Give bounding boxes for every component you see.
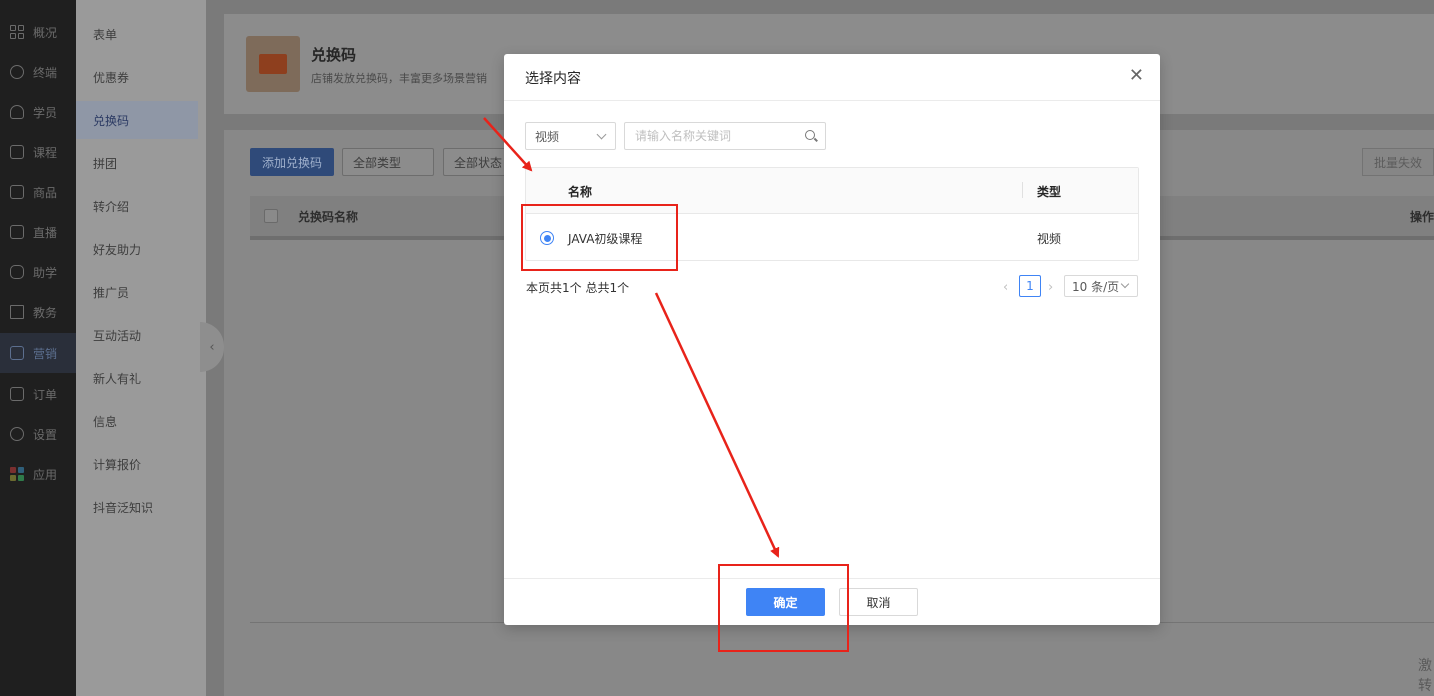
- subnav-item-douyin[interactable]: 抖音泛知识: [76, 488, 198, 526]
- subnav-item-form[interactable]: 表单: [76, 15, 198, 53]
- cancel-button[interactable]: 取消: [839, 588, 918, 616]
- column-action: 操作: [1410, 209, 1434, 224]
- nav-item-orders[interactable]: 订单: [0, 374, 76, 414]
- page-size-value: 10 条/页: [1072, 279, 1120, 294]
- book-icon: [10, 305, 24, 319]
- divider: [504, 100, 1160, 101]
- redeem-logo-icon: [246, 36, 300, 92]
- column-name: 名称: [568, 185, 593, 199]
- nav-item-live[interactable]: 直播: [0, 212, 76, 252]
- content-type-value: 视频: [535, 129, 560, 144]
- subnav-item-promoter[interactable]: 推广员: [76, 273, 198, 311]
- settings-icon: [10, 427, 24, 441]
- batch-invalidate-button[interactable]: 批量失效: [1362, 148, 1434, 176]
- nav-label: 教务: [33, 305, 58, 320]
- nav-label: 概况: [33, 25, 58, 40]
- type-filter-select[interactable]: 全部类型: [342, 148, 434, 176]
- users-icon: [10, 105, 24, 119]
- live-icon: [10, 225, 24, 239]
- column-name: 兑换码名称: [298, 209, 359, 224]
- page-title: 兑换码: [311, 46, 357, 64]
- subnav-item-quote[interactable]: 计算报价: [76, 445, 198, 483]
- nav-item-assist[interactable]: 助学: [0, 252, 76, 292]
- content-type-select[interactable]: 视频: [525, 122, 616, 150]
- search-input[interactable]: [625, 123, 795, 149]
- nav-item-terminal[interactable]: 终端: [0, 52, 76, 92]
- search-field: [624, 122, 826, 150]
- nav-label: 设置: [33, 427, 58, 442]
- course-icon: [10, 145, 24, 159]
- status-filter-select[interactable]: 全部状态: [443, 148, 513, 176]
- pager-page-1[interactable]: 1: [1019, 275, 1041, 297]
- subnav-item-group-buy[interactable]: 拼团: [76, 144, 198, 182]
- subnav-item-newcomer-gift[interactable]: 新人有礼: [76, 359, 198, 397]
- subnav-item-friend-help[interactable]: 好友助力: [76, 230, 198, 268]
- row-name: JAVA初级课程: [568, 232, 643, 246]
- nav-item-academic[interactable]: 教务: [0, 292, 76, 332]
- nav-label: 应用: [33, 467, 58, 482]
- activation-watermark: 激转: [1418, 658, 1432, 694]
- page-info: 本页共1个 总共1个: [526, 281, 630, 295]
- marketing-subnav: 表单 优惠券 兑换码 拼团 转介绍 好友助力 推广员 互动活动 新人有礼 信息 …: [76, 0, 206, 696]
- nav-label: 订单: [33, 387, 58, 402]
- pager-prev-button[interactable]: ‹: [1003, 280, 1008, 295]
- nav-item-courses[interactable]: 课程: [0, 132, 76, 172]
- chevron-left-icon: ‹: [209, 339, 215, 355]
- gamepad-icon: [10, 265, 24, 279]
- subnav-item-info[interactable]: 信息: [76, 402, 198, 440]
- subnav-item-referral[interactable]: 转介绍: [76, 187, 198, 225]
- table-header: 名称 类型: [526, 168, 1138, 214]
- add-redeem-code-button[interactable]: 添加兑换码: [250, 148, 334, 176]
- column-type: 类型: [1037, 185, 1062, 199]
- nav-label: 直播: [33, 225, 58, 240]
- close-icon[interactable]: ✕: [1129, 66, 1144, 86]
- page-size-select[interactable]: 10 条/页: [1064, 275, 1138, 297]
- column-separator: [1022, 182, 1023, 198]
- row-type: 视频: [1037, 232, 1062, 246]
- nav-item-overview[interactable]: 概况: [0, 12, 76, 52]
- content-table: 名称 类型 JAVA初级课程 视频: [525, 167, 1139, 261]
- table-row[interactable]: JAVA初级课程 视频: [526, 214, 1138, 260]
- page-subtitle: 店铺发放兑换码，丰富更多场景营销: [311, 72, 487, 85]
- nav-label: 商品: [33, 185, 58, 200]
- select-content-modal: 选择内容 ✕ 视频 名称 类型 JAVA初级课程 视频 本页共1个 总共1个 ‹…: [504, 54, 1160, 625]
- subnav-item-interactive[interactable]: 互动活动: [76, 316, 198, 354]
- nav-label: 学员: [33, 105, 58, 120]
- order-icon: [10, 387, 24, 401]
- subnav-item-coupon[interactable]: 优惠券: [76, 58, 198, 96]
- divider: [504, 578, 1160, 579]
- confirm-button[interactable]: 确定: [746, 588, 825, 616]
- terminal-icon: [10, 65, 24, 79]
- search-icon[interactable]: [805, 130, 815, 140]
- apps-icon: [10, 467, 24, 481]
- marketing-icon: [10, 346, 24, 360]
- chevron-down-icon: [1120, 279, 1130, 289]
- pager-next-button[interactable]: ›: [1048, 280, 1053, 295]
- modal-title: 选择内容: [525, 71, 581, 87]
- grid-icon: [10, 25, 24, 39]
- nav-label: 课程: [33, 145, 58, 160]
- nav-label: 助学: [33, 265, 58, 280]
- nav-item-settings[interactable]: 设置: [0, 414, 76, 454]
- select-all-checkbox[interactable]: [264, 209, 278, 223]
- nav-item-students[interactable]: 学员: [0, 92, 76, 132]
- main-nav: 概况 终端 学员 课程 商品 直播 助学 教务 营销 订单 设置 应用: [0, 0, 76, 696]
- nav-item-marketing[interactable]: 营销: [0, 333, 76, 373]
- subnav-item-redeem-code[interactable]: 兑换码: [76, 101, 198, 139]
- nav-item-apps[interactable]: 应用: [0, 454, 76, 494]
- goods-icon: [10, 185, 24, 199]
- nav-label: 终端: [33, 65, 58, 80]
- nav-label: 营销: [33, 346, 58, 361]
- nav-item-goods[interactable]: 商品: [0, 172, 76, 212]
- chevron-down-icon: [596, 129, 607, 140]
- row-radio-selected[interactable]: [540, 231, 554, 245]
